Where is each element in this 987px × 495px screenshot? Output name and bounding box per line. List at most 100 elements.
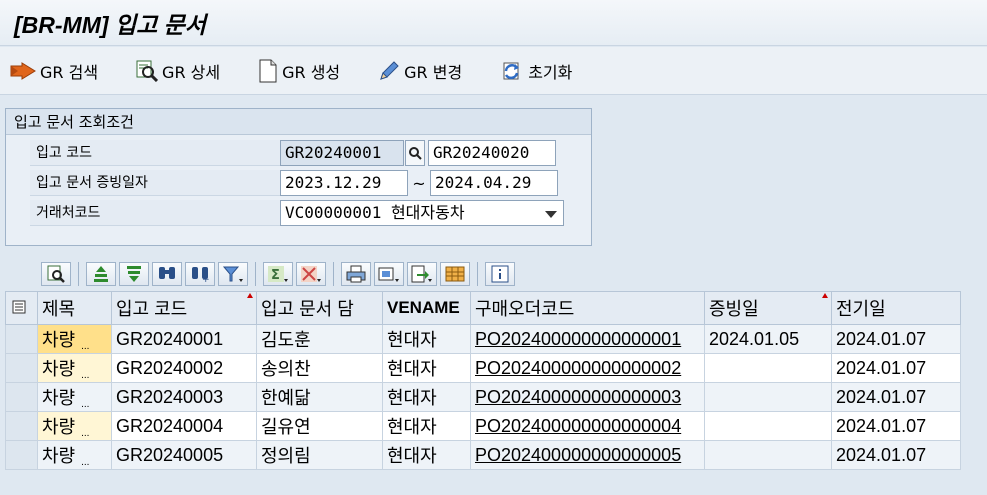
cell-post-date[interactable]: 2024.01.07 (831, 382, 961, 412)
cell-post-date[interactable]: 2024.01.07 (831, 440, 961, 470)
details-icon[interactable] (41, 262, 71, 286)
table-row[interactable]: 차량... GR20240001 김도훈 현대자 PO20240000000000000… (5, 324, 961, 354)
subtotal-icon[interactable] (296, 262, 326, 286)
cell-po-code[interactable]: PO202400000000000004 (470, 411, 705, 441)
cell-manager[interactable]: 정의림 (256, 440, 383, 470)
cell-doc-date[interactable] (704, 440, 832, 470)
cell-po-code[interactable]: PO202400000000000003 (470, 382, 705, 412)
cell-gr-code[interactable]: GR20240005 (111, 440, 257, 470)
col-header-category[interactable]: 제목 (37, 291, 112, 325)
cell-category[interactable]: 차량... (37, 440, 112, 470)
filter-icon[interactable] (218, 262, 248, 286)
cell-vendor[interactable]: 현대자 (382, 382, 471, 412)
cell-post-date[interactable]: 2024.01.07 (831, 324, 961, 354)
gr-create-label: GR 생성 (282, 62, 341, 82)
print-icon[interactable] (341, 262, 371, 286)
cell-manager[interactable]: 길유연 (256, 411, 383, 441)
cell-doc-date[interactable] (704, 353, 832, 383)
cell-category[interactable]: 차량... (37, 324, 112, 354)
row-selector[interactable] (5, 411, 38, 441)
cell-gr-code[interactable]: GR20240002 (111, 353, 257, 383)
views-icon[interactable] (374, 262, 404, 286)
vendor-select[interactable]: VC00000001 현대자동차 (280, 200, 564, 226)
col-header-vendor[interactable]: VENAME (382, 291, 471, 325)
cell-manager[interactable]: 한예닮 (256, 382, 383, 412)
reset-button[interactable]: 초기화 (500, 59, 572, 83)
col-header-doc-date[interactable]: 증빙일 (704, 291, 832, 325)
cell-category[interactable]: 차량... (37, 382, 112, 412)
col-header-post-date[interactable]: 전기일 (831, 291, 961, 325)
search-criteria-group: 입고 문서 조회조건 입고 코드 GR20240001 GR20240020 입… (5, 108, 592, 246)
gr-create-button[interactable]: GR 생성 (258, 59, 340, 83)
table-row[interactable]: 차량... GR20240005 정의림 현대자 PO20240000000000000… (5, 440, 961, 470)
col-header-doc-date-label: 증빙일 (709, 299, 759, 319)
date-label: 입고 문서 증빙일자 (30, 170, 280, 196)
grid-header-row: 제목 입고 코드 입고 문서 담 VENAME 구매오더코드 증빙일 전기일 (5, 291, 961, 325)
cell-manager[interactable]: 송의찬 (256, 353, 383, 383)
code-from-input[interactable]: GR20240001 (280, 140, 404, 166)
layout-icon[interactable] (440, 262, 470, 286)
cell-category[interactable]: 차량... (37, 411, 112, 441)
cell-post-date[interactable]: 2024.01.07 (831, 353, 961, 383)
cell-po-code[interactable]: PO202400000000000002 (470, 353, 705, 383)
cell-post-date[interactable]: 2024.01.07 (831, 411, 961, 441)
cell-gr-code[interactable]: GR20240004 (111, 411, 257, 441)
table-row[interactable]: 차량... GR20240004 길유연 현대자 PO20240000000000000… (5, 411, 961, 441)
cell-po-code[interactable]: PO202400000000000001 (470, 324, 705, 354)
date-from-input[interactable]: 2023.12.29 (280, 170, 408, 196)
find-next-icon[interactable]: + (185, 262, 215, 286)
table-row[interactable]: 차량... GR20240003 한예닮 현대자 PO20240000000000000… (5, 382, 961, 412)
cell-gr-code[interactable]: GR20240001 (111, 324, 257, 354)
cell-doc-date[interactable]: 2024.01.05 (704, 324, 832, 354)
col-header-gr-code[interactable]: 입고 코드 (111, 291, 257, 325)
cell-doc-date[interactable] (704, 411, 832, 441)
cell-vendor[interactable]: 현대자 (382, 324, 471, 354)
cell-manager[interactable]: 김도훈 (256, 324, 383, 354)
cell-category[interactable]: 차량... (37, 353, 112, 383)
table-row[interactable]: 차량... GR20240002 송의찬 현대자 PO20240000000000000… (5, 353, 961, 383)
gr-search-label: GR 검색 (40, 62, 99, 82)
application-toolbar: GR 검색 GR 상세 GR 생성 GR 변경 초기화 (0, 47, 987, 95)
row-selector[interactable] (5, 382, 38, 412)
find-icon[interactable] (152, 262, 182, 286)
vendor-value: VC00000001 현대자동차 (285, 203, 465, 222)
select-all-cell[interactable] (5, 291, 38, 325)
cell-category-text: 차량 (42, 359, 76, 379)
cell-vendor[interactable]: 현대자 (382, 411, 471, 441)
goods-receipt-grid: 제목 입고 코드 입고 문서 담 VENAME 구매오더코드 증빙일 전기일 차… (5, 291, 961, 470)
cell-gr-code[interactable]: GR20240003 (111, 382, 257, 412)
cell-more-indicator: ... (81, 341, 90, 352)
sort-descending-icon[interactable] (119, 262, 149, 286)
col-header-manager[interactable]: 입고 문서 담 (256, 291, 383, 325)
toolbar-separator (255, 262, 256, 286)
sort-ascending-icon[interactable] (86, 262, 116, 286)
new-document-icon (259, 59, 277, 82)
col-header-po-code[interactable]: 구매오더코드 (470, 291, 705, 325)
cell-category-text: 차량 (42, 330, 76, 350)
code-label: 입고 코드 (30, 140, 280, 166)
detail-search-icon (136, 60, 159, 82)
cell-vendor[interactable]: 현대자 (382, 353, 471, 383)
export-icon[interactable] (407, 262, 437, 286)
cell-po-code[interactable]: PO202400000000000005 (470, 440, 705, 470)
cell-more-indicator: ... (81, 457, 90, 468)
reset-label: 초기화 (528, 62, 573, 82)
gr-change-button[interactable]: GR 변경 (378, 59, 462, 83)
code-to-input[interactable]: GR20240020 (428, 140, 556, 166)
toolbar-separator (78, 262, 79, 286)
cell-vendor[interactable]: 현대자 (382, 440, 471, 470)
row-selector[interactable] (5, 440, 38, 470)
cell-more-indicator: ... (81, 428, 90, 439)
grid-toolbar: + Σ (5, 258, 987, 290)
row-selector[interactable] (5, 353, 38, 383)
gr-search-button[interactable]: GR 검색 (10, 59, 98, 83)
cell-more-indicator: ... (81, 370, 90, 381)
gr-detail-button[interactable]: GR 상세 (136, 59, 220, 83)
search-help-button[interactable] (405, 140, 425, 166)
cell-doc-date[interactable] (704, 382, 832, 412)
range-separator: ~ (412, 173, 426, 193)
row-selector[interactable] (5, 324, 38, 354)
info-icon[interactable] (485, 262, 515, 286)
sum-icon[interactable]: Σ (263, 262, 293, 286)
date-to-input[interactable]: 2024.04.29 (430, 170, 558, 196)
